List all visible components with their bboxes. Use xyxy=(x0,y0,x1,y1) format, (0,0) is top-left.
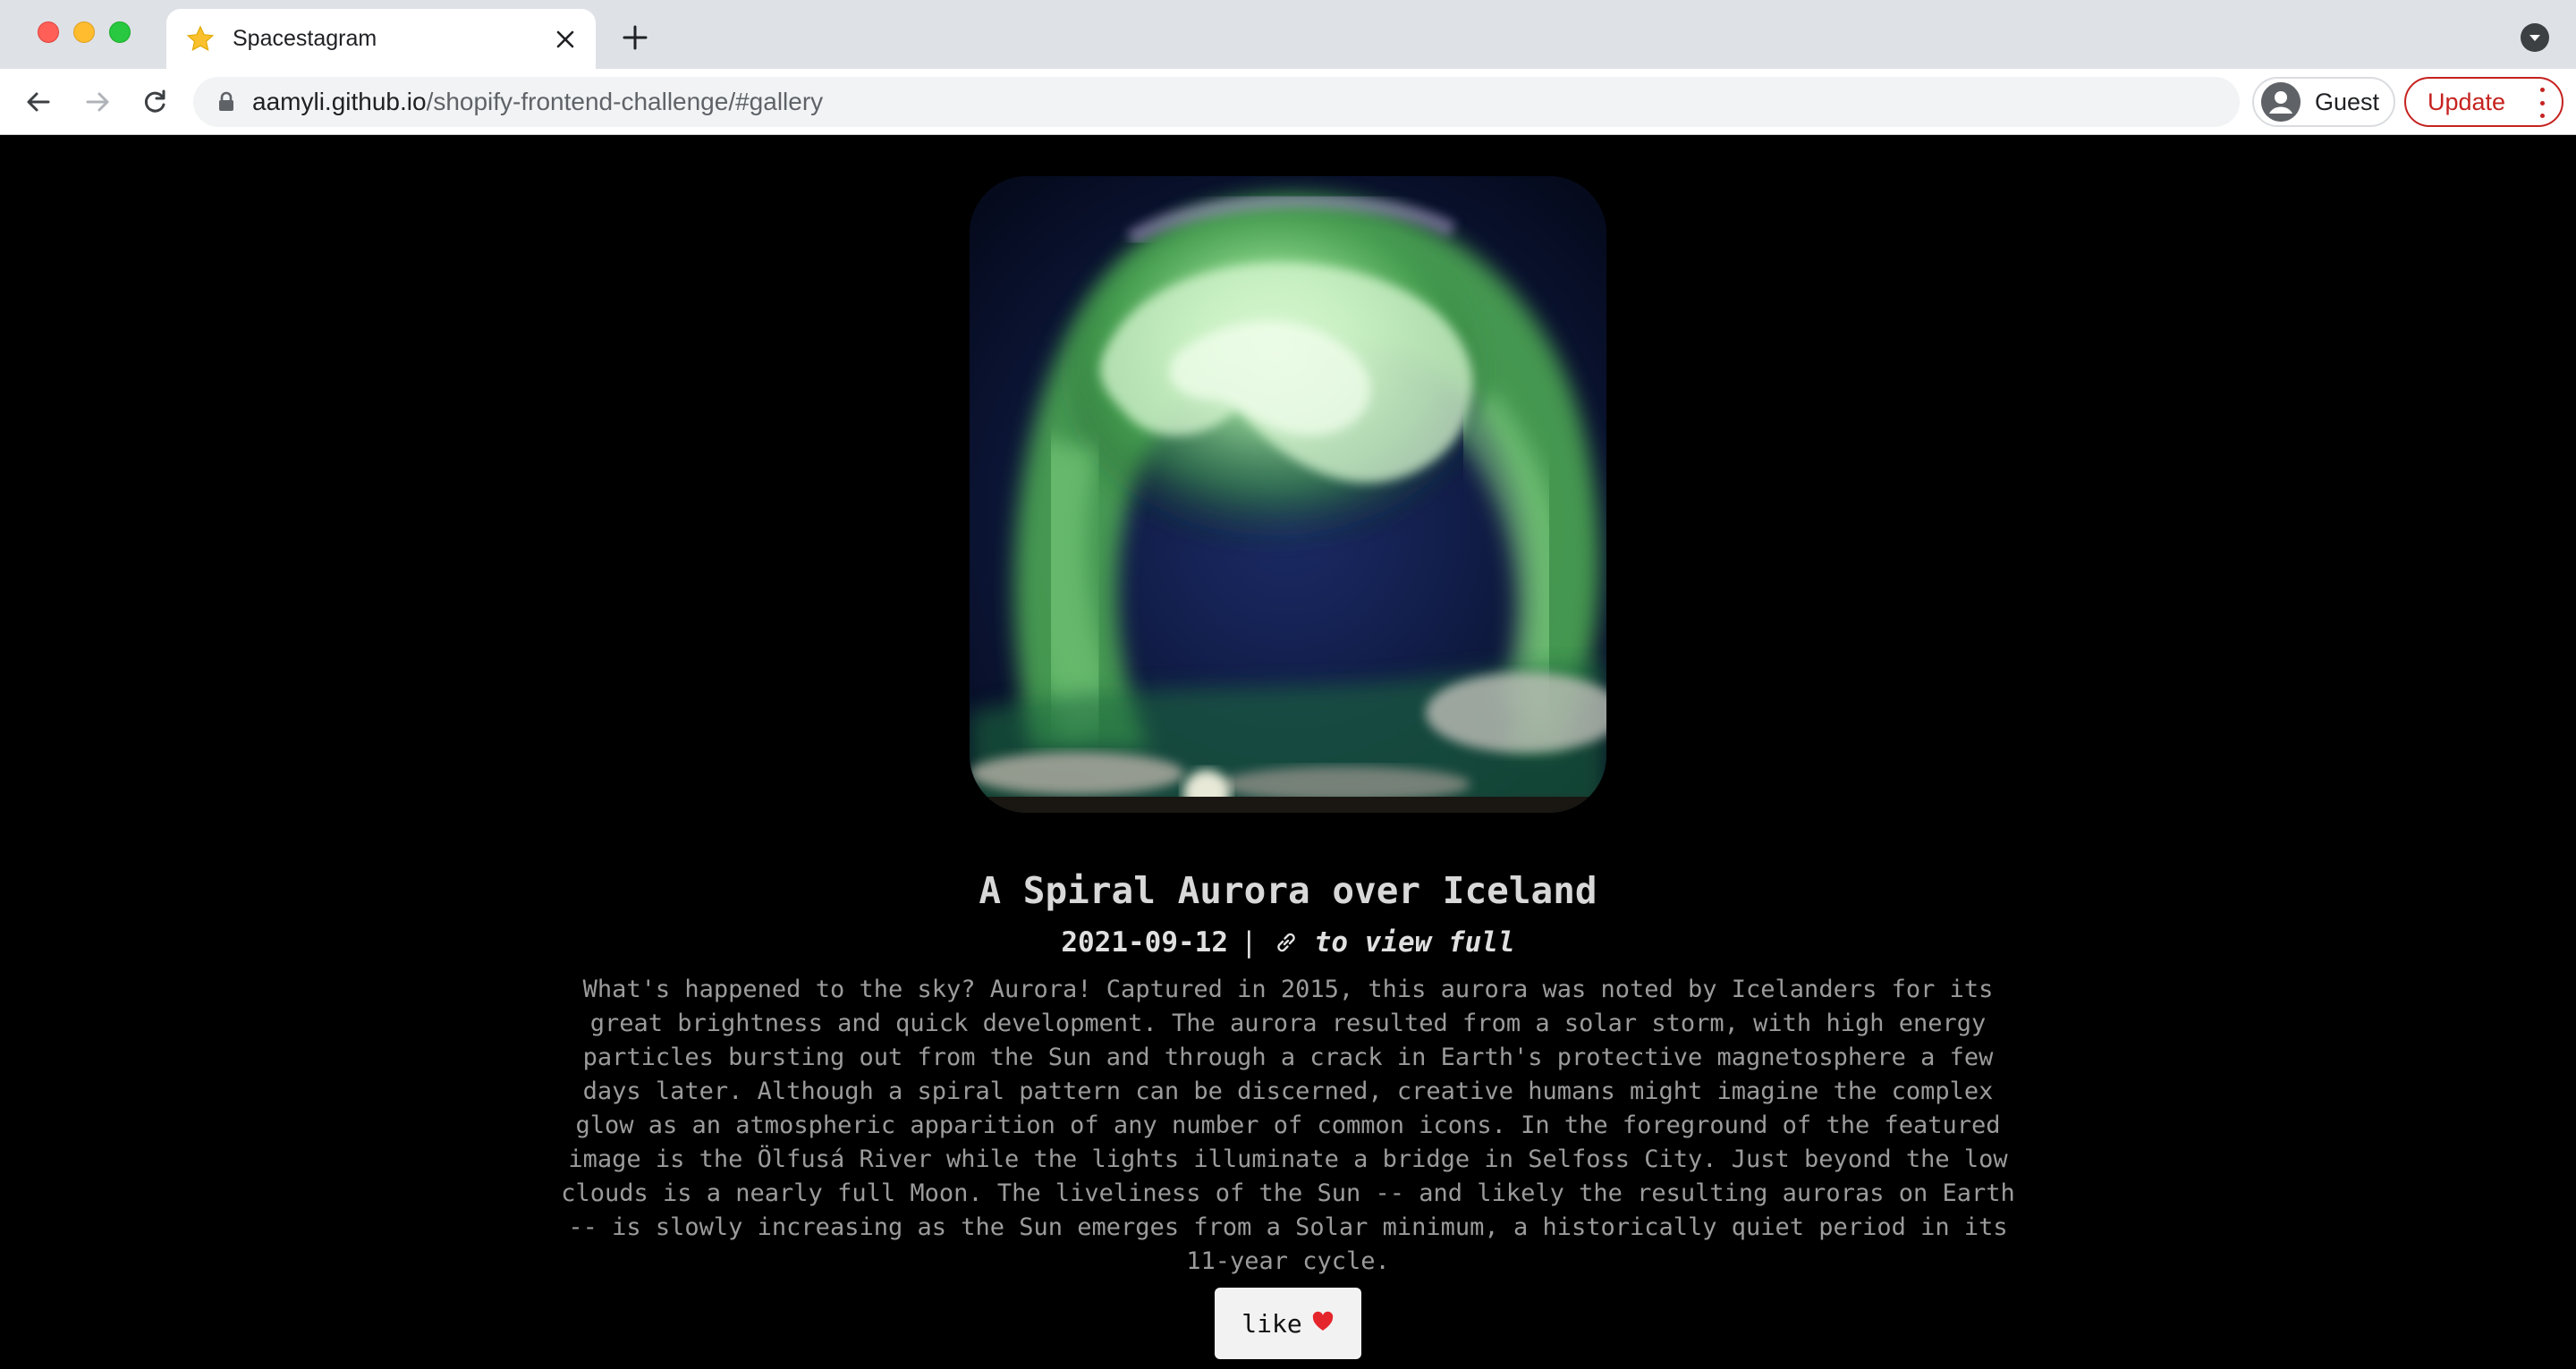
back-arrow-icon[interactable] xyxy=(18,81,59,123)
aurora-image[interactable] xyxy=(970,176,1606,813)
update-label: Update xyxy=(2428,88,2506,115)
active-tab[interactable]: Spacestagram xyxy=(166,9,596,69)
tab-search-icon[interactable] xyxy=(2521,23,2549,52)
window-minimize-button[interactable] xyxy=(73,21,95,43)
like-label: like xyxy=(1241,1308,1302,1339)
update-button[interactable]: Update xyxy=(2404,77,2563,127)
like-button[interactable]: like xyxy=(1215,1288,1361,1359)
post-meta: 2021-09-12 | to view full xyxy=(0,926,2576,959)
new-tab-icon[interactable] xyxy=(617,20,653,55)
url-text: aamyli.github.io/shopify-frontend-challe… xyxy=(252,88,823,116)
link-icon[interactable] xyxy=(1270,926,1302,959)
url-host: aamyli.github.io xyxy=(252,88,427,115)
person-icon xyxy=(2261,82,2301,122)
more-menu-icon[interactable] xyxy=(2537,88,2547,118)
heart-icon xyxy=(1311,1309,1335,1339)
star-icon xyxy=(184,23,216,55)
view-full-link[interactable]: to view full xyxy=(1315,926,1515,959)
meta-separator: | xyxy=(1241,926,1258,959)
tab-strip: Spacestagram xyxy=(0,0,2576,69)
window-close-button[interactable] xyxy=(38,21,59,43)
post-date: 2021-09-12 xyxy=(1061,926,1228,959)
window-maximize-button[interactable] xyxy=(109,21,131,43)
address-bar[interactable]: aamyli.github.io/shopify-frontend-challe… xyxy=(193,77,2240,127)
forward-arrow-icon[interactable] xyxy=(77,81,118,123)
profile-label: Guest xyxy=(2315,88,2380,115)
tab-title: Spacestagram xyxy=(233,26,377,51)
url-path: /shopify-frontend-challenge/#gallery xyxy=(426,88,824,115)
page-content: A Spiral Aurora over Iceland 2021-09-12 … xyxy=(0,136,2576,1369)
lock-icon[interactable] xyxy=(213,89,240,115)
post-explanation: What's happened to the sky? Aurora! Capt… xyxy=(561,976,2015,1275)
reload-icon[interactable] xyxy=(134,81,175,123)
profile-button[interactable]: Guest xyxy=(2252,77,2395,127)
post-title: A Spiral Aurora over Iceland xyxy=(979,869,1597,912)
tab-close-icon[interactable] xyxy=(547,21,583,57)
browser-toolbar: aamyli.github.io/shopify-frontend-challe… xyxy=(0,69,2576,135)
